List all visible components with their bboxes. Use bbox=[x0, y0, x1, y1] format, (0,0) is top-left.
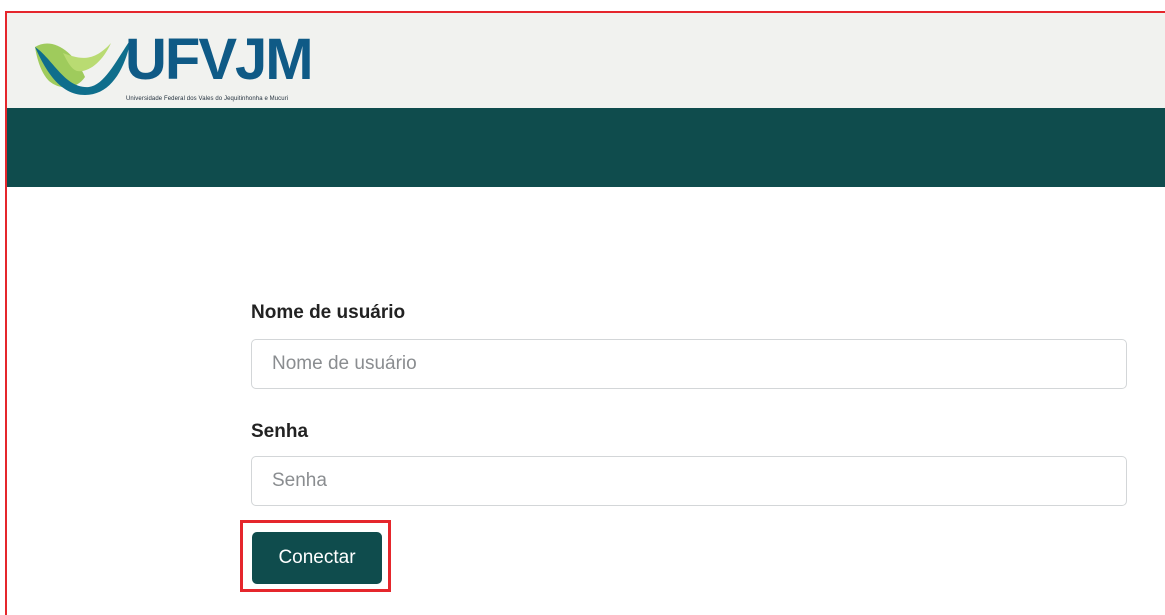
connect-button[interactable]: Conectar bbox=[252, 532, 382, 584]
username-input[interactable] bbox=[251, 339, 1127, 389]
logo-wordmark: UFVJM bbox=[125, 27, 314, 92]
page-header: UFVJM Universidade Federal dos Vales do … bbox=[7, 13, 1165, 108]
header-band bbox=[7, 108, 1165, 187]
logo-tagline: Universidade Federal dos Vales do Jequit… bbox=[126, 96, 289, 102]
login-form-area bbox=[7, 187, 1165, 615]
password-label: Senha bbox=[251, 421, 309, 442]
login-page: UFVJM Universidade Federal dos Vales do … bbox=[0, 0, 1165, 615]
ufvjm-logo[interactable]: UFVJM Universidade Federal dos Vales do … bbox=[33, 29, 323, 109]
password-input[interactable] bbox=[251, 456, 1127, 506]
ufvjm-logo-mark-icon bbox=[35, 39, 131, 95]
username-label: Nome de usuário bbox=[251, 302, 406, 323]
